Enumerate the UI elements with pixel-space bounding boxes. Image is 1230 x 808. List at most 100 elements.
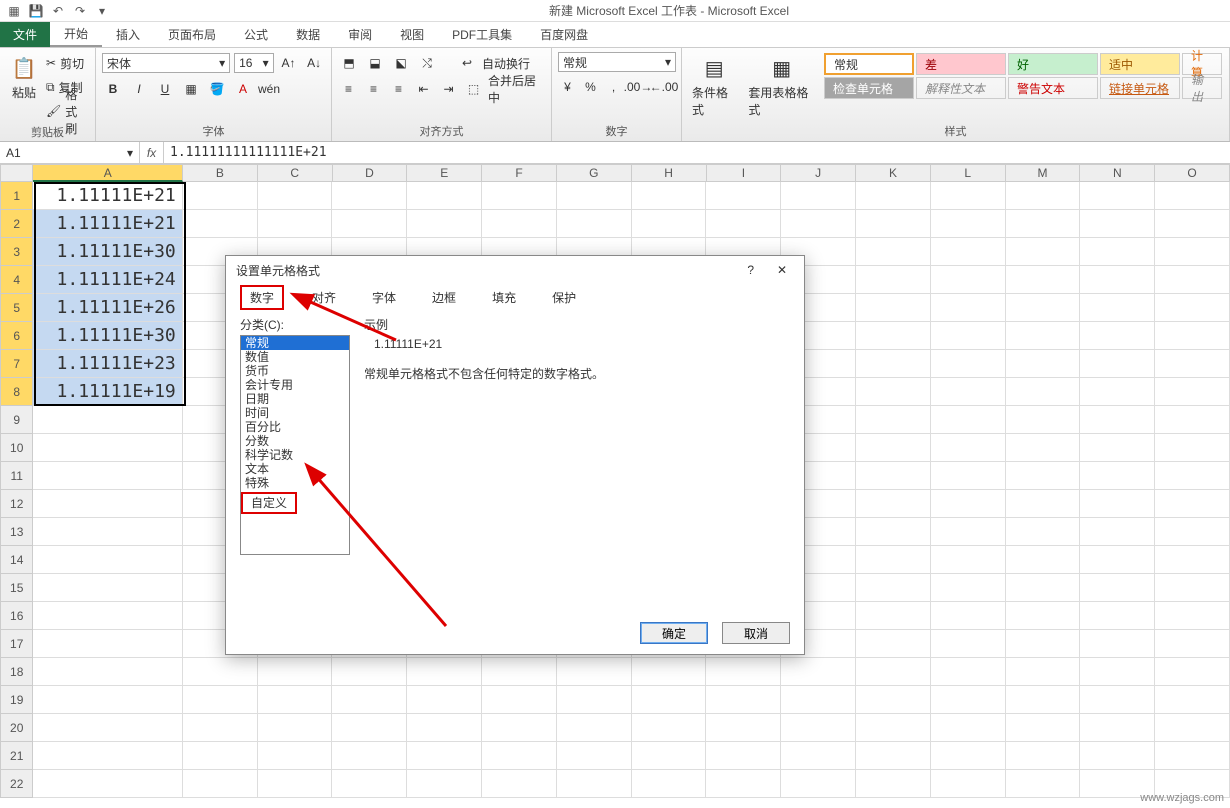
dlg-tab-protect[interactable]: 保护 [544,287,584,308]
cell[interactable] [1080,686,1155,714]
dlg-tab-fill[interactable]: 填充 [484,287,524,308]
category-item[interactable]: 百分比 [241,420,349,434]
cell[interactable] [482,742,557,770]
cell[interactable] [1155,686,1230,714]
tab-baidu[interactable]: 百度网盘 [526,22,602,47]
cell[interactable] [258,714,333,742]
cell[interactable] [1080,462,1155,490]
dlg-tab-border[interactable]: 边框 [424,287,464,308]
row-header[interactable]: 10 [0,434,33,462]
category-item[interactable]: 会计专用 [241,378,349,392]
cell[interactable] [1006,574,1081,602]
cell[interactable] [33,630,182,658]
row-header[interactable]: 8 [0,378,33,406]
ok-button[interactable]: 确定 [640,622,708,644]
cell[interactable] [781,770,856,798]
cell[interactable] [1006,210,1081,238]
align-top-icon[interactable]: ⬒ [338,53,360,73]
comma-icon[interactable]: , [604,77,623,97]
cell[interactable] [1155,546,1230,574]
percent-icon[interactable]: % [581,77,600,97]
cell[interactable] [1006,518,1081,546]
cell[interactable] [258,686,333,714]
cell[interactable] [557,210,632,238]
style-normal[interactable]: 常规 [824,53,914,75]
cell[interactable] [856,574,931,602]
row-header[interactable]: 5 [0,294,33,322]
cell[interactable] [856,602,931,630]
col-header[interactable]: B [183,164,258,182]
cell[interactable] [931,210,1006,238]
cell[interactable] [1155,434,1230,462]
cell[interactable] [1155,518,1230,546]
cell[interactable] [856,210,931,238]
cell[interactable] [1080,574,1155,602]
cell[interactable] [1006,406,1081,434]
row-header[interactable]: 22 [0,770,33,798]
cell[interactable] [856,742,931,770]
cell[interactable] [781,658,856,686]
cell[interactable] [557,770,632,798]
cell[interactable] [706,182,781,210]
category-item[interactable]: 日期 [241,392,349,406]
cell[interactable] [33,406,182,434]
cell[interactable] [1155,602,1230,630]
underline-button[interactable]: U [154,79,176,99]
cell[interactable] [632,770,707,798]
currency-icon[interactable]: ¥ [558,77,577,97]
align-right-icon[interactable]: ≡ [388,79,409,99]
col-header[interactable]: F [482,164,557,182]
italic-button[interactable]: I [128,79,150,99]
cell[interactable] [1080,182,1155,210]
row-header[interactable]: 21 [0,742,33,770]
cell[interactable] [706,658,781,686]
style-explain[interactable]: 解释性文本 [916,77,1006,99]
cell[interactable] [1006,490,1081,518]
category-item[interactable]: 货币 [241,364,349,378]
help-icon[interactable]: ? [747,263,754,277]
style-link[interactable]: 链接单元格 [1100,77,1180,99]
cond-format-button[interactable]: ▤条件格式 [688,52,740,120]
cell[interactable] [1080,742,1155,770]
cell[interactable] [258,210,333,238]
cell[interactable] [1080,434,1155,462]
cell[interactable] [1006,714,1081,742]
fill-color-button[interactable]: 🪣 [206,79,228,99]
tab-file[interactable]: 文件 [0,22,50,47]
cell[interactable] [781,182,856,210]
cell[interactable] [931,714,1006,742]
category-item[interactable]: 常规 [241,336,349,350]
cell[interactable] [332,714,407,742]
cell[interactable] [856,182,931,210]
cell[interactable] [557,742,632,770]
tab-review[interactable]: 审阅 [334,22,386,47]
align-left-icon[interactable]: ≡ [338,79,359,99]
col-header[interactable]: I [707,164,782,182]
cell[interactable] [1006,602,1081,630]
cell[interactable] [856,462,931,490]
col-header[interactable]: O [1155,164,1230,182]
cell[interactable] [33,714,182,742]
align-center-icon[interactable]: ≡ [363,79,384,99]
style-neutral[interactable]: 适中 [1100,53,1180,75]
dlg-tab-font[interactable]: 字体 [364,287,404,308]
font-size-combo[interactable]: 16▾ [234,53,274,73]
col-header[interactable]: D [333,164,408,182]
tab-home[interactable]: 开始 [50,22,102,47]
cell[interactable] [1006,686,1081,714]
cell[interactable] [856,238,931,266]
cell[interactable] [1006,742,1081,770]
dlg-tab-align[interactable]: 对齐 [304,287,344,308]
col-header-A[interactable]: A [33,164,183,182]
row-header[interactable]: 14 [0,546,33,574]
cell[interactable] [781,210,856,238]
cell[interactable] [407,658,482,686]
cell[interactable] [931,238,1006,266]
cell[interactable] [856,658,931,686]
cell[interactable] [482,686,557,714]
row-header[interactable]: 15 [0,574,33,602]
cell[interactable] [1080,210,1155,238]
cell[interactable] [183,686,258,714]
undo-icon[interactable]: ↶ [48,2,68,20]
indent-inc-icon[interactable]: ⇥ [438,79,459,99]
